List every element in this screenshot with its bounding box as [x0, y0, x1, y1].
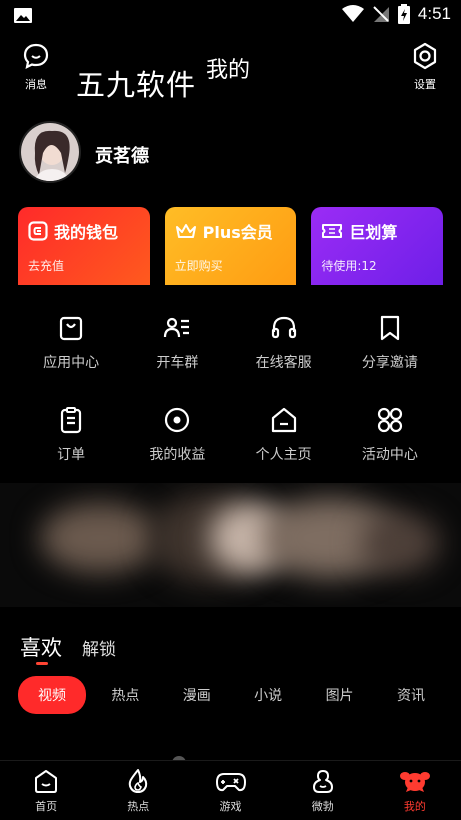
grid-item-app-center[interactable]: 应用中心: [18, 310, 124, 382]
grid-item-earnings[interactable]: 我的收益: [124, 402, 230, 474]
plus-card[interactable]: Plus会员 立即购买: [164, 207, 297, 285]
home-icon: [271, 407, 296, 433]
nav-mine[interactable]: 我的: [369, 761, 461, 820]
chat-bubble-icon: [23, 43, 49, 69]
home-face-icon: [35, 770, 58, 793]
deal-subtitle: 待使用:12: [321, 259, 377, 273]
settings-label: 设置: [414, 78, 436, 91]
watermark-text: 五九软件: [76, 68, 197, 102]
tab-likes[interactable]: 喜欢: [20, 632, 62, 665]
grid-item-homepage[interactable]: 个人主页: [231, 402, 337, 474]
grid-item-orders[interactable]: 订单: [18, 402, 124, 474]
avatar-image: [21, 123, 79, 181]
chip-pictures[interactable]: 图片: [308, 677, 372, 713]
mine-icon: [399, 772, 430, 792]
feature-grid: 应用中心 开车群 在线客服 分享邀请 订单 我的收益 个人主页 活动中心: [18, 310, 443, 474]
nav-label: 热点: [127, 800, 150, 813]
image-icon: [14, 8, 32, 23]
content-tabs: 喜欢 解锁: [20, 632, 116, 665]
chip-novels[interactable]: 小说: [236, 677, 300, 713]
wifi-icon: [341, 5, 364, 22]
grid-label: 在线客服: [255, 355, 312, 371]
category-chips: 视频 热点 漫画 小说 图片 资讯: [18, 676, 443, 714]
bear-icon: [312, 770, 333, 793]
messages-label: 消息: [25, 78, 47, 91]
chip-hot[interactable]: 热点: [93, 677, 157, 713]
wallet-subtitle: 去充值: [28, 259, 65, 273]
battery-icon: [397, 4, 410, 24]
grid-label: 开车群: [156, 355, 199, 371]
ticket-icon: [322, 224, 343, 238]
group-icon: [164, 317, 190, 338]
nav-label: 我的: [403, 800, 426, 813]
wallet-card[interactable]: 我的钱包 去充值: [18, 207, 150, 285]
nav-label: 微勃: [311, 800, 334, 813]
chip-video[interactable]: 视频: [18, 676, 86, 714]
deal-card[interactable]: 巨划算 待使用:12: [311, 207, 444, 285]
grid-label: 订单: [57, 447, 86, 463]
headset-icon: [271, 316, 296, 339]
username[interactable]: 贡茗德: [95, 142, 149, 168]
nav-games[interactable]: 游戏: [184, 761, 276, 820]
grid-label: 活动中心: [361, 447, 418, 463]
target-icon: [165, 407, 190, 433]
grid-label: 我的收益: [149, 447, 206, 463]
grid-item-invite[interactable]: 分享邀请: [337, 310, 443, 382]
signal-icon: [373, 6, 389, 22]
clock: 4:51: [417, 4, 451, 23]
wallet-icon: [28, 221, 48, 241]
status-bar: 4:51: [0, 0, 461, 32]
apps-icon: [377, 407, 402, 433]
messages-button[interactable]: 消息: [12, 42, 60, 92]
grid-label: 应用中心: [43, 355, 100, 371]
avatar[interactable]: [19, 121, 81, 183]
chip-comics[interactable]: 漫画: [165, 677, 229, 713]
grid-item-support[interactable]: 在线客服: [231, 310, 337, 382]
grid-item-group[interactable]: 开车群: [124, 310, 230, 382]
grid-label: 个人主页: [255, 447, 312, 463]
plus-subtitle: 立即购买: [174, 259, 223, 273]
flame-icon: [129, 769, 148, 793]
nav-label: 首页: [35, 800, 58, 813]
nav-hot[interactable]: 热点: [92, 761, 184, 820]
settings-button[interactable]: 设置: [401, 42, 449, 92]
nav-weibo[interactable]: 微勃: [277, 761, 369, 820]
crown-icon: [175, 224, 196, 238]
bag-icon: [60, 316, 83, 341]
gamepad-icon: [215, 773, 246, 792]
promo-banner[interactable]: [0, 483, 461, 607]
bookmark-icon: [380, 315, 399, 341]
deal-title: 巨划算: [349, 223, 398, 242]
chip-news[interactable]: 资讯: [379, 677, 443, 713]
clipboard-icon: [61, 407, 82, 434]
nav-label: 游戏: [219, 800, 242, 813]
gear-icon: [413, 42, 437, 70]
tab-unlock[interactable]: 解锁: [82, 635, 116, 660]
plus-title: Plus会员: [202, 223, 273, 242]
grid-label: 分享邀请: [361, 355, 418, 371]
feature-cards: 我的钱包 去充值 Plus会员 立即购买 巨划算 待使用:12: [18, 207, 444, 285]
wallet-title: 我的钱包: [54, 223, 119, 242]
bottom-nav: 首页 热点 游戏 微勃 我的: [0, 760, 461, 820]
grid-item-activity[interactable]: 活动中心: [337, 402, 443, 474]
page-title: 我的: [206, 58, 251, 83]
nav-home[interactable]: 首页: [0, 761, 92, 820]
